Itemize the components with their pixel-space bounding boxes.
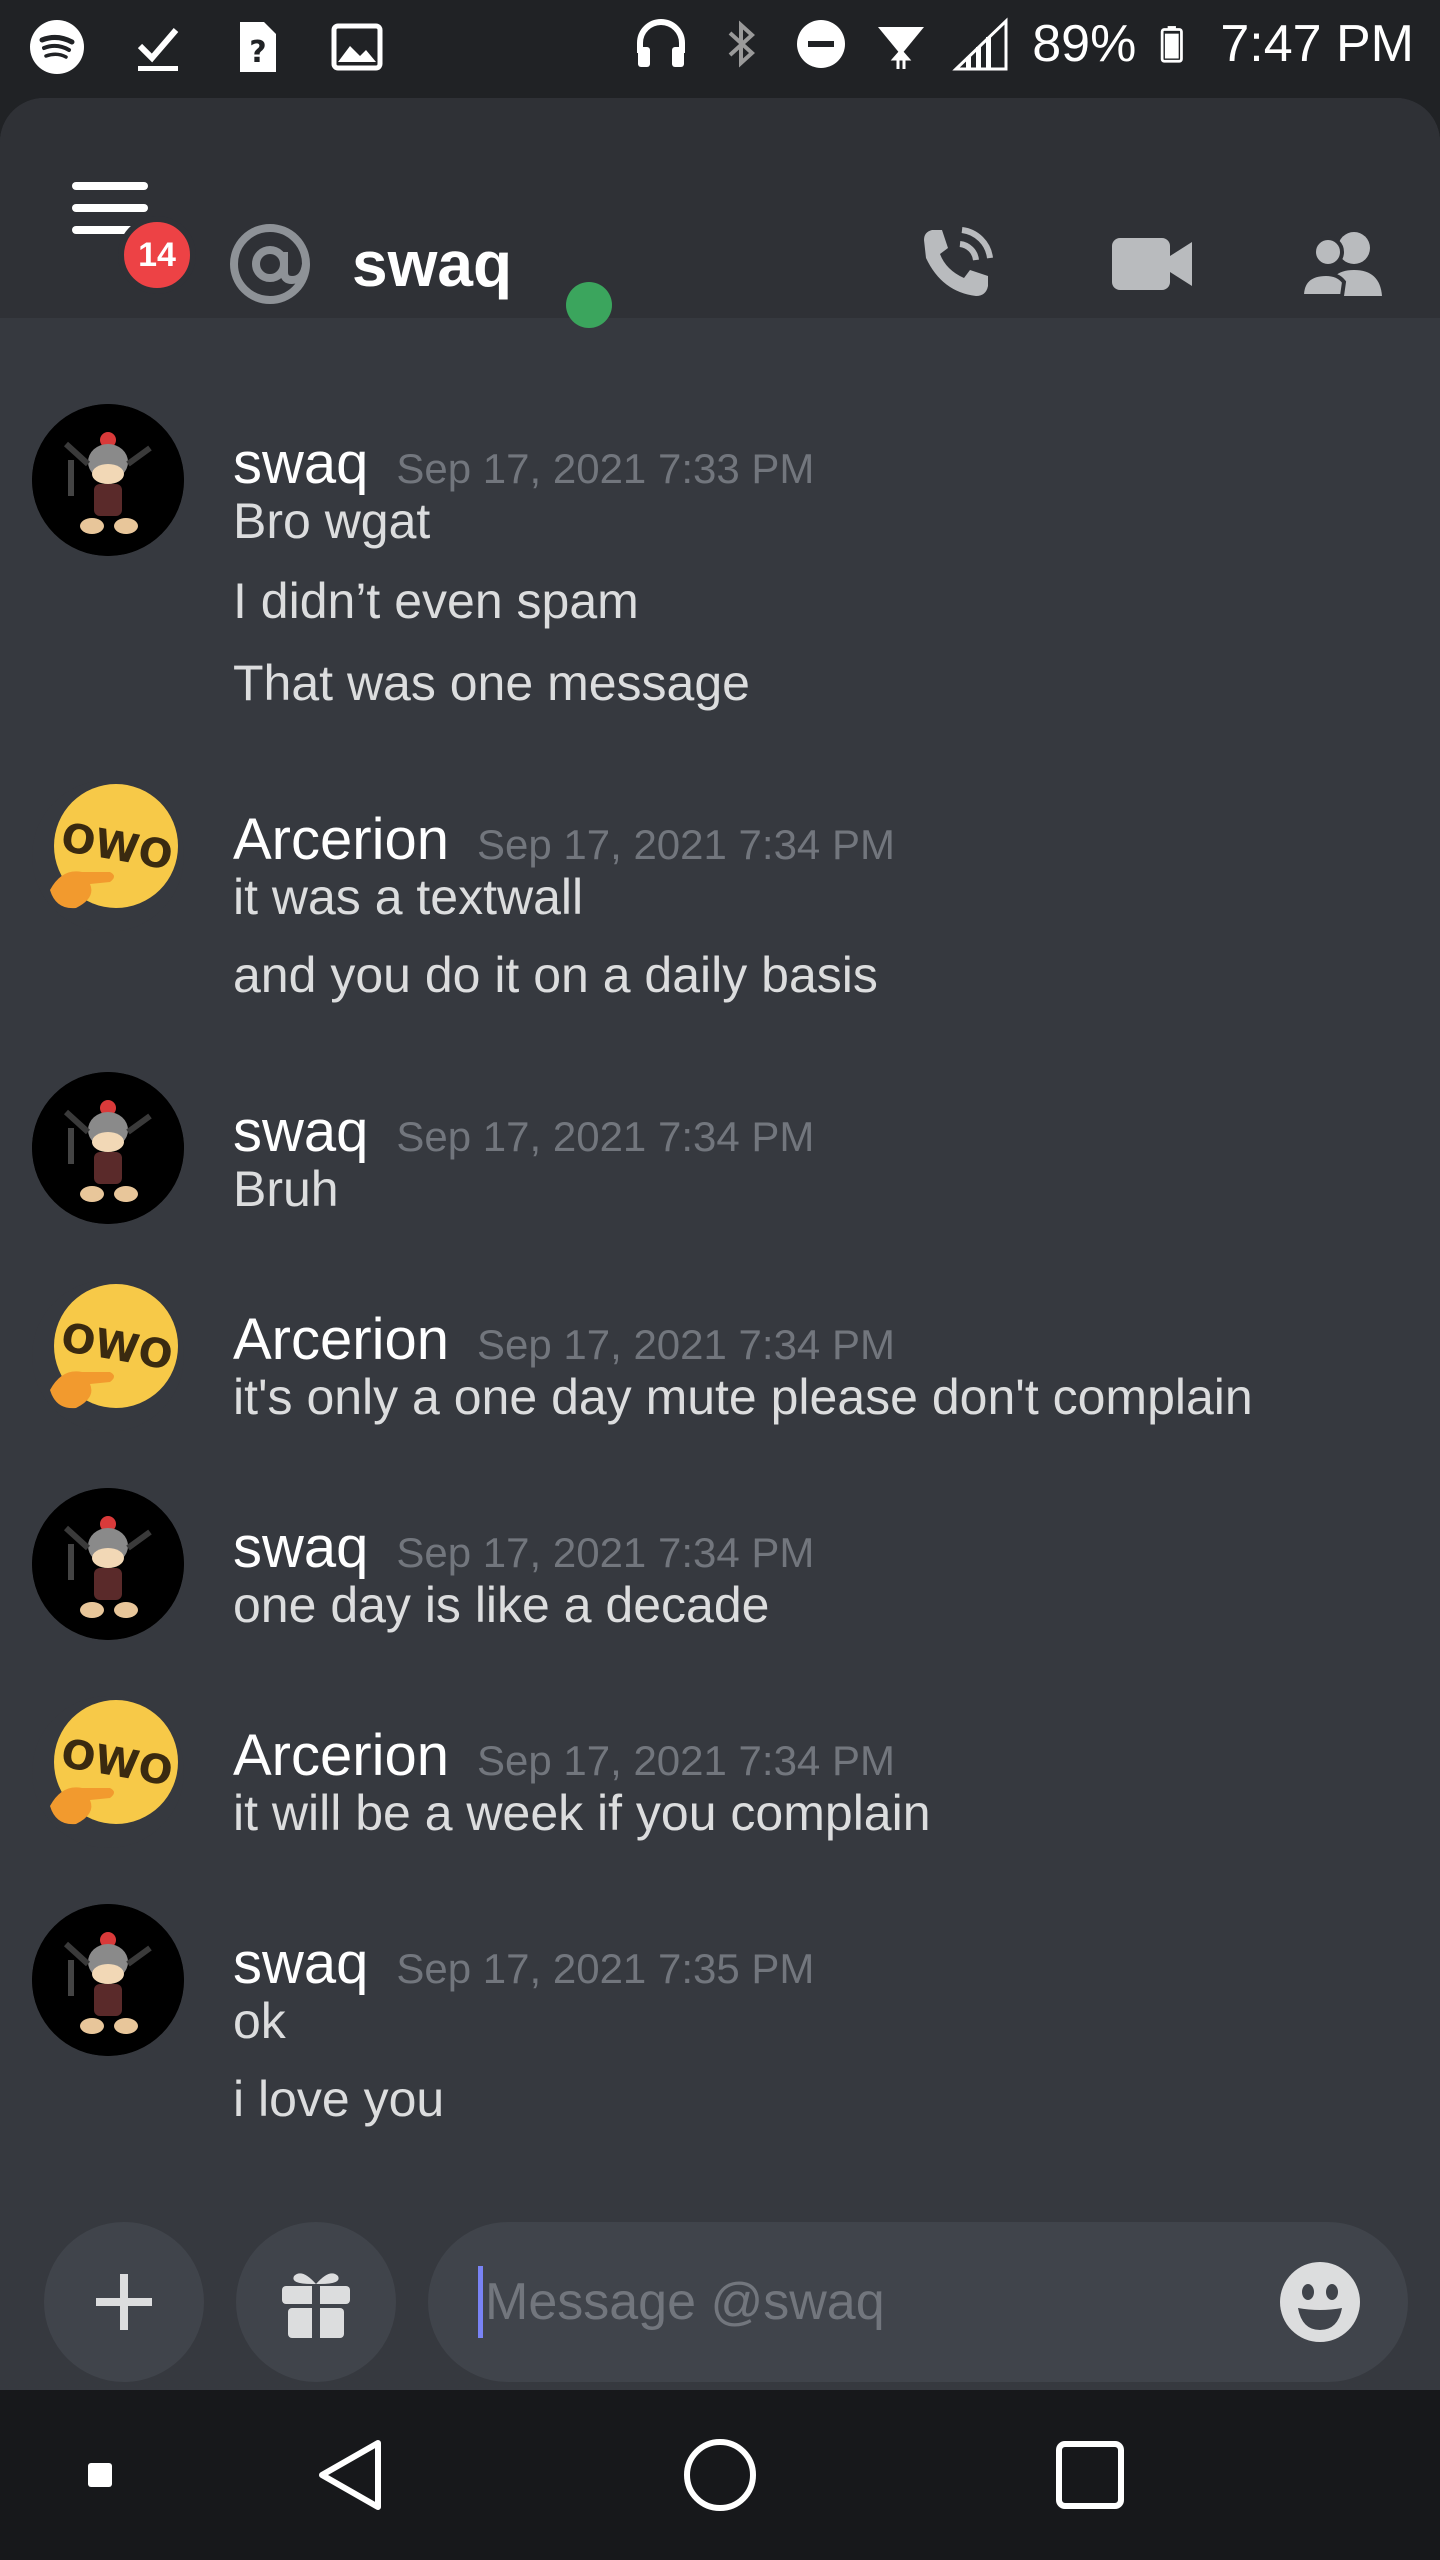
headphones-icon xyxy=(637,19,686,67)
small-square-icon[interactable] xyxy=(88,2463,112,2487)
system-nav-bar xyxy=(0,2390,1440,2560)
attach-button[interactable] xyxy=(44,2222,204,2382)
owo-avatar[interactable]: OWO xyxy=(32,780,184,932)
message-text[interactable]: That was one message xyxy=(233,654,750,712)
chat-app: 14 swaq swaq Sep 17, 2021 7:33 PM Bro wg… xyxy=(0,98,1440,2390)
members-icon[interactable] xyxy=(1298,220,1386,308)
message-list[interactable]: swaq Sep 17, 2021 7:33 PM Bro wgat I did… xyxy=(0,318,1440,2198)
swaq-avatar[interactable] xyxy=(32,1904,184,2056)
owo-emoji-icon: OWO xyxy=(50,784,178,909)
message-text[interactable]: i love you xyxy=(233,2070,444,2128)
at-icon xyxy=(230,224,310,304)
message-author[interactable]: swaq xyxy=(233,1930,368,1997)
message-input[interactable]: Message @swaq xyxy=(428,2222,1408,2382)
home-icon[interactable] xyxy=(682,2437,758,2513)
message-author[interactable]: swaq xyxy=(233,430,368,497)
gift-icon xyxy=(282,2273,350,2338)
message-author[interactable]: swaq xyxy=(233,1098,368,1165)
battery-icon xyxy=(1161,26,1184,63)
status-time: 7:47 PM xyxy=(1220,15,1414,73)
monkey-figure-icon xyxy=(32,1488,184,1640)
battery-percent: 89% xyxy=(1032,15,1137,73)
message-text[interactable]: it was a textwall xyxy=(233,868,583,926)
voice-call-icon[interactable] xyxy=(912,220,1000,308)
message-timestamp: Sep 17, 2021 7:34 PM xyxy=(396,1113,815,1160)
swaq-avatar[interactable] xyxy=(32,1488,184,1640)
owo-emoji-icon: OWO xyxy=(50,1284,178,1409)
spotify-icon xyxy=(30,20,84,74)
monkey-figure-icon xyxy=(32,404,184,556)
channel-name: swaq xyxy=(352,228,513,300)
text-cursor xyxy=(478,2266,483,2338)
bluetooth-icon xyxy=(728,20,756,68)
image-icon xyxy=(331,23,383,71)
message-timestamp: Sep 17, 2021 7:34 PM xyxy=(476,1737,895,1784)
owo-avatar[interactable]: OWO xyxy=(32,1280,184,1432)
monkey-figure-icon xyxy=(32,1072,184,1224)
message-input-placeholder: Message @swaq xyxy=(485,2273,885,2331)
unknown-file-icon: ? xyxy=(240,22,276,72)
message-timestamp: Sep 17, 2021 7:35 PM xyxy=(396,1945,815,1992)
emoji-icon[interactable] xyxy=(1278,2260,1362,2344)
message-text[interactable]: I didn’t even spam xyxy=(233,572,639,630)
swaq-avatar[interactable] xyxy=(32,404,184,556)
recents-icon[interactable] xyxy=(1055,2440,1125,2510)
back-icon[interactable] xyxy=(314,2437,386,2513)
message-author[interactable]: Arcerion xyxy=(233,806,449,873)
message-timestamp: Sep 17, 2021 7:34 PM xyxy=(396,1529,815,1576)
message-text[interactable]: one day is like a decade xyxy=(233,1576,769,1634)
owo-avatar[interactable]: OWO xyxy=(32,1696,184,1848)
notification-badge: 14 xyxy=(118,216,196,294)
message-author[interactable]: Arcerion xyxy=(233,1306,449,1373)
gift-button[interactable] xyxy=(236,2222,396,2382)
message-text[interactable]: it's only a one day mute please don't co… xyxy=(233,1368,1253,1426)
message-timestamp: Sep 17, 2021 7:34 PM xyxy=(476,821,895,868)
wifi-icon xyxy=(878,27,925,69)
plus-icon xyxy=(96,2274,152,2330)
message-author[interactable]: Arcerion xyxy=(233,1722,449,1789)
dm-header: 14 swaq xyxy=(0,98,1440,328)
message-text[interactable]: Bro wgat xyxy=(233,492,430,550)
owo-emoji-icon: OWO xyxy=(50,1700,178,1825)
message-text[interactable]: it will be a week if you complain xyxy=(233,1784,931,1842)
message-text[interactable]: and you do it on a daily basis xyxy=(233,946,878,1004)
monkey-figure-icon xyxy=(32,1904,184,2056)
svg-text:?: ? xyxy=(249,35,266,70)
signal-icon xyxy=(952,17,1008,71)
message-timestamp: Sep 17, 2021 7:34 PM xyxy=(476,1321,895,1368)
message-text[interactable]: ok xyxy=(233,1992,286,2050)
message-text[interactable]: Bruh xyxy=(233,1160,339,1218)
swaq-avatar[interactable] xyxy=(32,1072,184,1224)
video-call-icon[interactable] xyxy=(1108,220,1196,308)
message-author[interactable]: swaq xyxy=(233,1514,368,1581)
message-timestamp: Sep 17, 2021 7:33 PM xyxy=(396,445,815,492)
checkmark-icon xyxy=(137,28,179,71)
status-bar: ? 89% 7:47 PM xyxy=(0,0,1440,98)
do-not-disturb-icon xyxy=(797,20,846,68)
